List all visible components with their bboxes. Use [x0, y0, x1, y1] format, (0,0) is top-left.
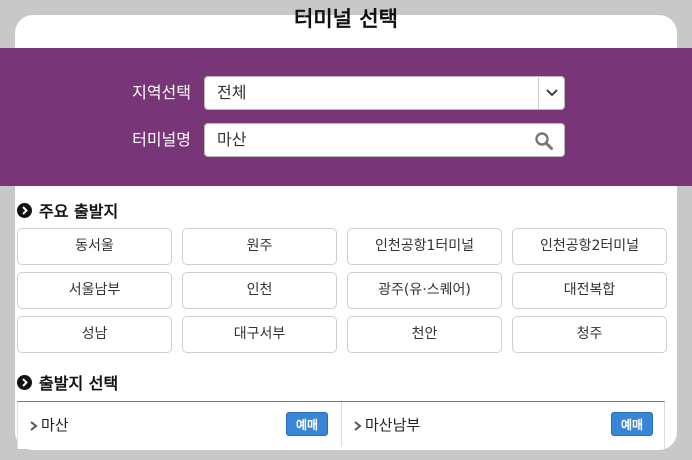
region-label: 지역선택	[132, 83, 191, 102]
search-icon[interactable]	[534, 131, 554, 151]
major-departures-heading-text: 주요 출발지	[39, 202, 119, 221]
circle-chevron-right-icon	[17, 374, 32, 390]
departure-chip[interactable]: 대전복합	[512, 272, 667, 309]
chevron-down-icon[interactable]	[538, 77, 564, 109]
departure-select-heading: 출발지 선택	[17, 371, 118, 393]
departure-chip[interactable]: 원주	[182, 228, 337, 265]
departure-results-list: 마산 예매 마산남부 예매	[17, 401, 665, 449]
terminal-search-input[interactable]	[217, 124, 527, 156]
list-item-name: 마산남부	[365, 415, 421, 434]
page-title: 터미널 선택	[294, 7, 398, 31]
filter-panel: 지역선택 전체 터미널명	[0, 48, 692, 186]
departure-chip[interactable]: 서울남부	[17, 272, 172, 309]
reserve-button[interactable]: 예매	[286, 412, 328, 436]
terminal-filter-row: 터미널명	[0, 123, 692, 157]
terminal-search-box[interactable]	[204, 123, 565, 157]
chevron-right-icon	[353, 418, 363, 431]
departure-chip[interactable]: 인천공항1터미널	[347, 228, 502, 265]
list-item-name: 마산	[41, 415, 69, 434]
major-departures-grid: 동서울 원주 인천공항1터미널 인천공항2터미널 서울남부 인천 광주(유·스퀘…	[17, 228, 677, 353]
circle-chevron-right-icon	[17, 202, 32, 218]
departure-chip[interactable]: 동서울	[17, 228, 172, 265]
region-select[interactable]: 전체	[204, 76, 565, 110]
departure-select-heading-text: 출발지 선택	[39, 374, 119, 393]
departure-chip[interactable]: 성남	[17, 316, 172, 353]
list-item[interactable]: 마산 예매	[18, 402, 342, 446]
major-departures-heading: 주요 출발지	[17, 199, 118, 221]
departure-chip[interactable]: 광주(유·스퀘어)	[347, 272, 502, 309]
terminal-label: 터미널명	[132, 130, 191, 149]
region-select-value: 전체	[217, 83, 247, 102]
departure-chip[interactable]: 인천	[182, 272, 337, 309]
region-filter-row: 지역선택 전체	[0, 76, 692, 110]
departure-chip[interactable]: 천안	[347, 316, 502, 353]
chevron-right-icon	[29, 418, 39, 431]
reserve-button[interactable]: 예매	[611, 412, 653, 436]
list-item[interactable]: 마산남부 예매	[342, 402, 666, 446]
departure-chip[interactable]: 인천공항2터미널	[512, 228, 667, 265]
departure-chip[interactable]: 청주	[512, 316, 667, 353]
departure-chip[interactable]: 대구서부	[182, 316, 337, 353]
